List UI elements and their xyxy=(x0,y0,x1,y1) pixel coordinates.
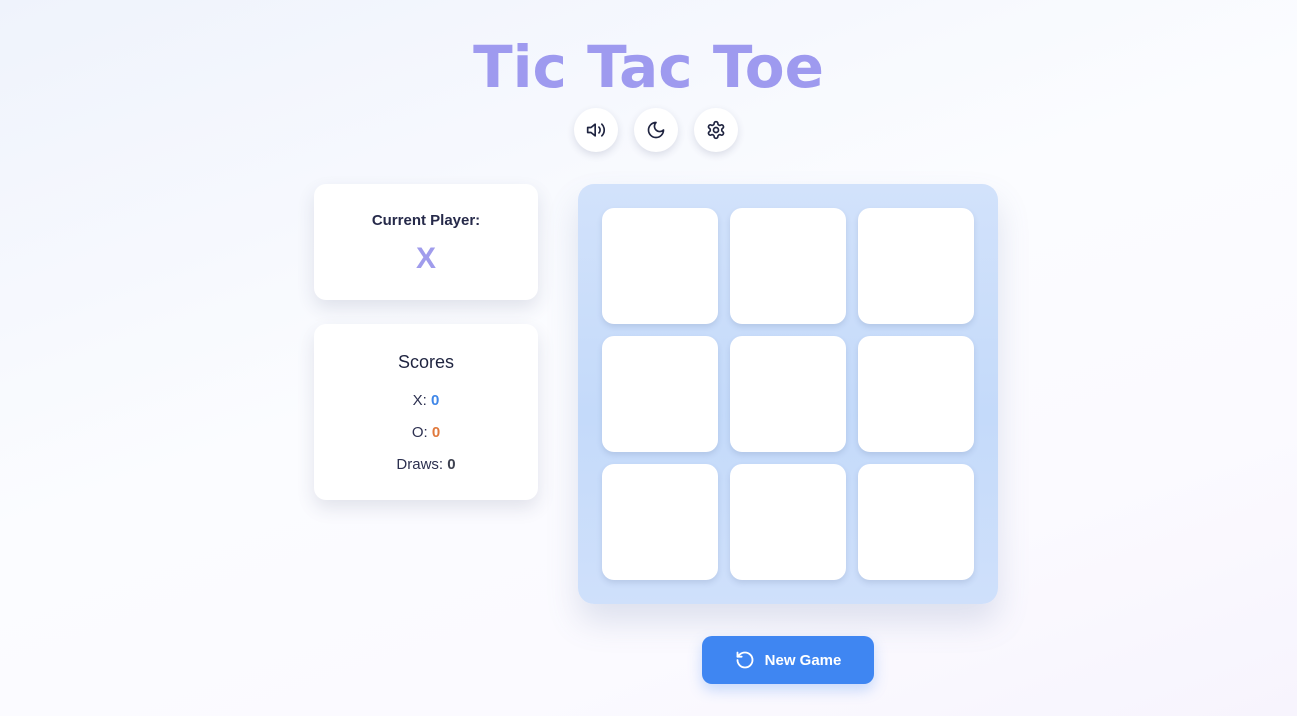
score-x-label: X: xyxy=(412,392,427,409)
moon-icon xyxy=(647,121,665,139)
current-player-label: Current Player: xyxy=(371,212,481,229)
board-cell-9[interactable] xyxy=(858,464,974,580)
scores-card: Scores X: 0 O: 0 Draws: 0 xyxy=(314,324,538,500)
restart-icon xyxy=(736,651,754,669)
score-o-label: O: xyxy=(411,424,428,441)
score-draws-row: Draws: 0 xyxy=(314,456,538,473)
new-game-label: New Game xyxy=(764,651,842,669)
sound-icon xyxy=(586,123,606,137)
board-cell-4[interactable] xyxy=(602,336,718,452)
sound-toggle-button[interactable] xyxy=(574,108,618,152)
scores-title: Scores xyxy=(397,352,455,372)
score-x-value: 0 xyxy=(431,392,440,409)
score-o-value: 0 xyxy=(431,424,441,441)
board-cell-1[interactable] xyxy=(602,208,718,324)
score-draws-value: 0 xyxy=(447,456,456,473)
board-cell-3[interactable] xyxy=(858,208,974,324)
board-cell-2[interactable] xyxy=(730,208,846,324)
theme-toggle-button[interactable] xyxy=(634,108,678,152)
gear-icon xyxy=(707,120,725,140)
score-draws-label: Draws: xyxy=(396,456,444,473)
settings-button[interactable] xyxy=(694,108,738,152)
score-o-row: O: 0 xyxy=(314,424,538,441)
new-game-button[interactable]: New Game xyxy=(702,636,874,684)
game-board xyxy=(578,184,998,604)
board-cell-8[interactable] xyxy=(730,464,846,580)
score-x-row: X: 0 xyxy=(314,392,538,409)
current-player-card: Current Player: X xyxy=(314,184,538,300)
board-cell-5[interactable] xyxy=(730,336,846,452)
board-cell-7[interactable] xyxy=(602,464,718,580)
current-player-value: X xyxy=(415,242,436,275)
board-cell-6[interactable] xyxy=(858,336,974,452)
page-title: Tic Tac Toe xyxy=(473,33,824,101)
